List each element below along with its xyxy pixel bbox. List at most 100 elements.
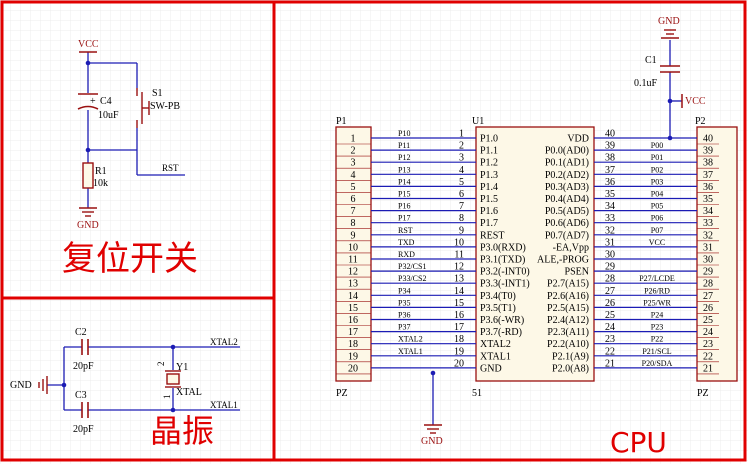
c2-value-label: 20pF xyxy=(73,361,94,372)
c1-ref-label: C1 xyxy=(645,55,657,66)
p2-net-label: P23 xyxy=(651,323,663,332)
u1-left-pin-name: REST xyxy=(480,230,504,241)
p2-footprint-label: PZ xyxy=(697,388,709,399)
c2-ref-label: C2 xyxy=(75,327,87,338)
u1-right-pin-name: P0.6(AD6) xyxy=(545,218,589,229)
p1-pin-number: 7 xyxy=(351,206,356,217)
p1-pin-number: 6 xyxy=(351,194,356,205)
u1-left-pin-name: P1.1 xyxy=(480,146,498,157)
junction-dot xyxy=(430,370,436,376)
u1-left-pin-name: P1.6 xyxy=(480,206,498,217)
c3-ref-label: C3 xyxy=(75,390,87,401)
p2-pin-number: 25 xyxy=(703,315,713,326)
p1-pin-number: 20 xyxy=(348,363,358,374)
u1-left-pin-name: P3.3(-INT1) xyxy=(480,279,530,290)
u1-left-pin-name: P3.2(-INT0) xyxy=(480,267,530,278)
p1-pin-number: 12 xyxy=(348,267,358,278)
p2-pin-number: 36 xyxy=(703,182,713,193)
p1-net-label: XTAL1 xyxy=(398,347,423,356)
u1-footprint-label: 51 xyxy=(472,388,482,399)
power-gnd-top-label: GND xyxy=(658,16,680,27)
u1-left-pin-name: GND xyxy=(480,363,502,374)
junction-dot xyxy=(667,98,673,104)
p1-pin-number: 11 xyxy=(348,255,358,266)
c3-value-label: 20pF xyxy=(73,424,94,435)
p1-net-label: P35 xyxy=(398,298,410,307)
p1-pin-number: 10 xyxy=(348,242,358,253)
p1-pin-number: 2 xyxy=(351,146,356,157)
p1-pin-number: 18 xyxy=(348,339,358,350)
u1-right-pin-name: VDD xyxy=(567,134,589,145)
junction-dot xyxy=(61,382,67,388)
p1-pin-number: 16 xyxy=(348,315,358,326)
p2-net-label: P05 xyxy=(651,202,663,211)
p1-net-label: P12 xyxy=(398,153,410,162)
p2-net-label: P26/RD xyxy=(644,286,670,295)
u1-right-pin-name: P0.3(AD3) xyxy=(545,182,589,193)
u1-left-pin-name: P1.2 xyxy=(480,158,498,169)
u1-left-pin-name: P1.4 xyxy=(480,182,498,193)
u1-right-pin-name: P2.4(A12) xyxy=(547,315,589,326)
u1-right-pin-name: P2.7(A15) xyxy=(547,279,589,290)
p2-net-label: P03 xyxy=(651,177,663,186)
p2-pin-number: 34 xyxy=(703,206,713,217)
p2-pin-number: 29 xyxy=(703,267,713,278)
reset-rst-net-label: RST xyxy=(162,163,179,173)
c4-plus-label: + xyxy=(90,96,96,107)
u1-right-pin-name: P2.6(A16) xyxy=(547,291,589,302)
p2-pin-number: 40 xyxy=(703,134,713,145)
p1-net-label: RXD xyxy=(398,250,415,259)
p1-net-label: TXD xyxy=(398,238,415,247)
p2-pin-number: 35 xyxy=(703,194,713,205)
u1-right-pin-name: P2.3(A11) xyxy=(547,327,589,338)
u1-right-pin-name: ALE,-PROG xyxy=(537,255,589,266)
u1-right-pin-name: P2.0(A8) xyxy=(552,363,589,374)
p2-pin-number: 24 xyxy=(703,327,713,338)
junction-dot xyxy=(170,344,176,350)
reset-section-title: 复位开关 xyxy=(62,239,198,279)
p2-pin-number: 26 xyxy=(703,303,713,314)
reset-vcc-label: VCC xyxy=(78,39,99,50)
y1-ref-label: Y1 xyxy=(176,362,188,373)
c1-value-label: 0.1uF xyxy=(634,78,658,89)
p1-net-label: P33/CS2 xyxy=(398,274,426,283)
p2-pin-number: 28 xyxy=(703,279,713,290)
u1-ref-label: U1 xyxy=(472,116,484,127)
p1-pin-number: 8 xyxy=(351,218,356,229)
u1-right-pin-name: P0.0(AD0) xyxy=(545,146,589,157)
p1-pin-number: 4 xyxy=(351,170,356,181)
u1-right-pin-name: P0.2(AD2) xyxy=(545,170,589,181)
p2-pin-number: 23 xyxy=(703,339,713,350)
u1-left-pin-name: P3.0(RXD) xyxy=(480,242,526,253)
y1-crystal-symbol xyxy=(165,370,181,388)
u1-left-pin-name: P3.4(T0) xyxy=(480,291,516,302)
p1-pin-number: 17 xyxy=(348,327,358,338)
crystal-gnd-label: GND xyxy=(10,380,32,391)
power-gnd-bottom-label: GND xyxy=(421,436,443,447)
r1-resistor-symbol xyxy=(82,162,94,189)
u1-right-pin-name: P0.5(AD5) xyxy=(545,206,589,217)
p1-pin-number: 15 xyxy=(348,303,358,314)
p2-net-label: P22 xyxy=(651,335,663,344)
p1-pin-number: 5 xyxy=(351,182,356,193)
p2-pin-number: 37 xyxy=(703,170,713,181)
p2-net-label: P00 xyxy=(651,141,663,150)
p1-footprint-label: PZ xyxy=(336,388,348,399)
u1-left-pin-name: XTAL1 xyxy=(480,351,511,362)
p1-pin-number: 9 xyxy=(351,230,356,241)
p1-net-label: P10 xyxy=(398,129,410,138)
p2-net-label: P27/LCDE xyxy=(639,274,675,283)
power-vcc-label: VCC xyxy=(685,96,706,107)
p2-pin-number: 30 xyxy=(703,255,713,266)
p1-net-label: P34 xyxy=(398,286,410,295)
p2-pin-number: 33 xyxy=(703,218,713,229)
p1-net-label: P36 xyxy=(398,311,410,320)
p1-pin-number: 14 xyxy=(348,291,358,302)
p1-net-label: P17 xyxy=(398,214,410,223)
p2-net-label: VCC xyxy=(649,238,665,247)
reset-gnd-label: GND xyxy=(77,220,99,231)
crystal-section-title: 晶振 xyxy=(150,412,214,450)
p2-ref-label: P2 xyxy=(695,116,706,127)
y1-pin1-label: 1 xyxy=(162,395,172,400)
u1-left-pin-name: P3.7(-RD) xyxy=(480,327,522,338)
